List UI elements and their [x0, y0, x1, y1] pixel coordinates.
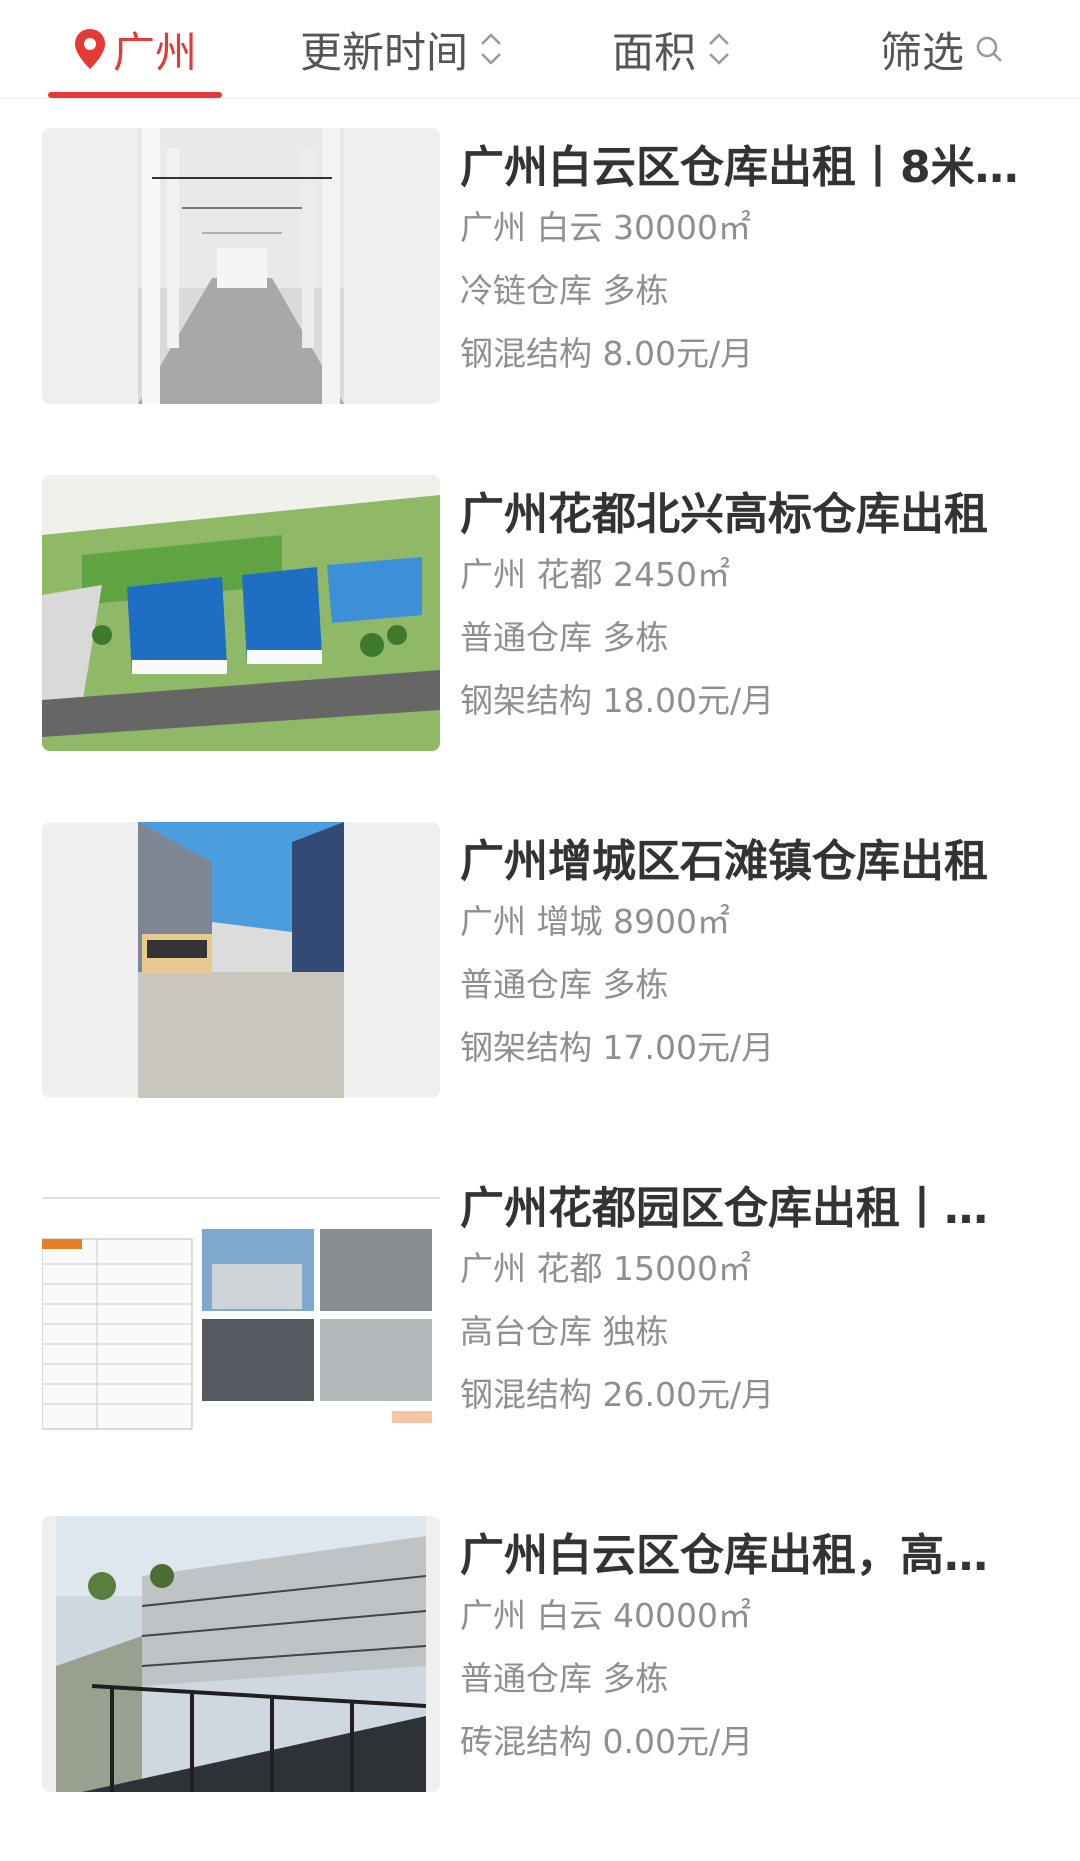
- balcony-building-photo: [42, 1516, 440, 1792]
- listing-structure-price: 砖混结构 0.00元/月: [460, 1722, 754, 1761]
- listing-structure-price: 钢架结构 18.00元/月: [460, 681, 775, 720]
- listing-thumbnail: [42, 1169, 440, 1445]
- search-icon: [976, 36, 1002, 62]
- listing-type: 普通仓库 多栋: [460, 618, 669, 657]
- tab-update-time[interactable]: 更新时间: [300, 0, 504, 98]
- tab-city[interactable]: 广州: [48, 0, 222, 98]
- filter-bar: 广州 更新时间 面积 筛选: [0, 0, 1080, 99]
- listing-location-area: 广州 花都 15000㎡: [460, 1249, 751, 1288]
- listing-card[interactable]: 广州花都园区仓库出租丨高台仓 广州 花都 15000㎡ 高台仓库 独栋 钢混结构…: [0, 1167, 1080, 1514]
- listing-title: 广州白云区仓库出租，高台仓库: [460, 1530, 1030, 1581]
- tab-filter[interactable]: 筛选: [880, 0, 1004, 98]
- listing-info: 广州白云区仓库出租，高台仓库 广州 白云 40000㎡ 普通仓库 多栋 砖混结构…: [460, 1528, 1040, 1764]
- warehouse-list: 广州白云区仓库出租丨8米高冷链仓库 广州 白云 30000㎡ 冷链仓库 多栋 钢…: [0, 126, 1080, 1861]
- warehouse-exterior-photo: [42, 822, 440, 1098]
- aerial-rendering-photo: [42, 475, 440, 751]
- listing-info: 广州白云区仓库出租丨8米高冷链仓库 广州 白云 30000㎡ 冷链仓库 多栋 钢…: [460, 140, 1040, 376]
- listing-title: 广州白云区仓库出租丨8米高冷链仓库: [460, 142, 1030, 193]
- listing-title: 广州花都北兴高标仓库出租: [460, 489, 988, 540]
- tab-area-label: 面积: [612, 27, 697, 77]
- listing-structure-price: 钢混结构 26.00元/月: [460, 1375, 775, 1414]
- listing-location-area: 广州 花都 2450㎡: [460, 555, 730, 594]
- listing-structure-price: 钢混结构 8.00元/月: [460, 334, 754, 373]
- listing-card[interactable]: 广州增城区石滩镇仓库出租 广州 增城 8900㎡ 普通仓库 多栋 钢架结构 17…: [0, 820, 1080, 1167]
- listing-card[interactable]: 广州白云区仓库出租丨8米高冷链仓库 广州 白云 30000㎡ 冷链仓库 多栋 钢…: [0, 126, 1080, 473]
- listing-thumbnail: [42, 475, 440, 751]
- sort-arrows-icon: [709, 33, 729, 65]
- listing-title: 广州增城区石滩镇仓库出租: [460, 836, 988, 887]
- listing-type: 普通仓库 多栋: [460, 1659, 669, 1698]
- listing-type: 冷链仓库 多栋: [460, 271, 669, 310]
- listing-card[interactable]: 广州白云区仓库出租，高台仓库 广州 白云 40000㎡ 普通仓库 多栋 砖混结构…: [0, 1514, 1080, 1861]
- location-pin-icon: [74, 29, 105, 69]
- listing-card[interactable]: 广州花都北兴高标仓库出租 广州 花都 2450㎡ 普通仓库 多栋 钢架结构 18…: [0, 473, 1080, 820]
- listing-location-area: 广州 增城 8900㎡: [460, 902, 730, 941]
- tab-filter-label: 筛选: [880, 27, 965, 77]
- listing-info: 广州花都园区仓库出租丨高台仓 广州 花都 15000㎡ 高台仓库 独栋 钢混结构…: [460, 1181, 1040, 1417]
- listing-structure-price: 钢架结构 17.00元/月: [460, 1028, 775, 1067]
- listing-location-area: 广州 白云 30000㎡: [460, 208, 751, 247]
- listing-location-area: 广州 白云 40000㎡: [460, 1596, 751, 1635]
- tab-update-time-label: 更新时间: [300, 27, 469, 77]
- tab-area[interactable]: 面积: [612, 0, 732, 98]
- listing-info: 广州增城区石滩镇仓库出租 广州 增城 8900㎡ 普通仓库 多栋 钢架结构 17…: [460, 834, 1040, 1070]
- warehouse-interior-photo: [42, 128, 440, 404]
- listing-type: 普通仓库 多栋: [460, 965, 669, 1004]
- listing-thumbnail: [42, 128, 440, 404]
- warehouse-brochure-photo: [42, 1169, 440, 1445]
- active-tab-indicator: [48, 92, 222, 98]
- listing-title: 广州花都园区仓库出租丨高台仓: [460, 1183, 1030, 1234]
- listing-info: 广州花都北兴高标仓库出租 广州 花都 2450㎡ 普通仓库 多栋 钢架结构 18…: [460, 487, 1040, 723]
- listing-thumbnail: [42, 822, 440, 1098]
- sort-arrows-icon: [481, 33, 501, 65]
- listing-thumbnail: [42, 1516, 440, 1792]
- tab-city-label: 广州: [112, 27, 197, 77]
- listing-type: 高台仓库 独栋: [460, 1312, 669, 1351]
